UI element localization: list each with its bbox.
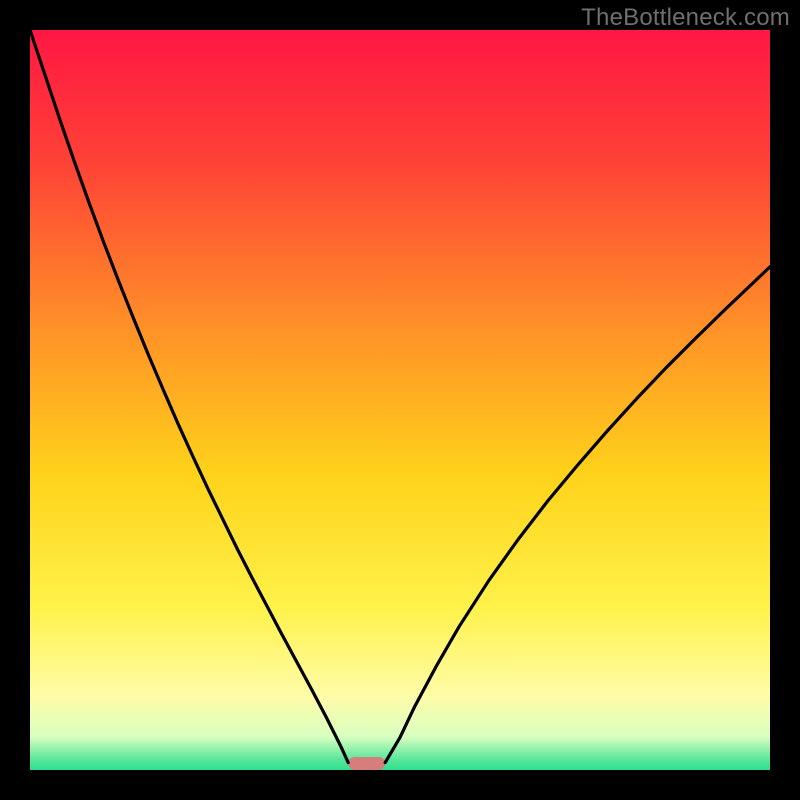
bottleneck-chart bbox=[30, 30, 770, 770]
valley-marker bbox=[348, 757, 385, 770]
chart-frame: TheBottleneck.com bbox=[0, 0, 800, 800]
gradient-background bbox=[30, 30, 770, 770]
watermark-text: TheBottleneck.com bbox=[581, 4, 790, 32]
